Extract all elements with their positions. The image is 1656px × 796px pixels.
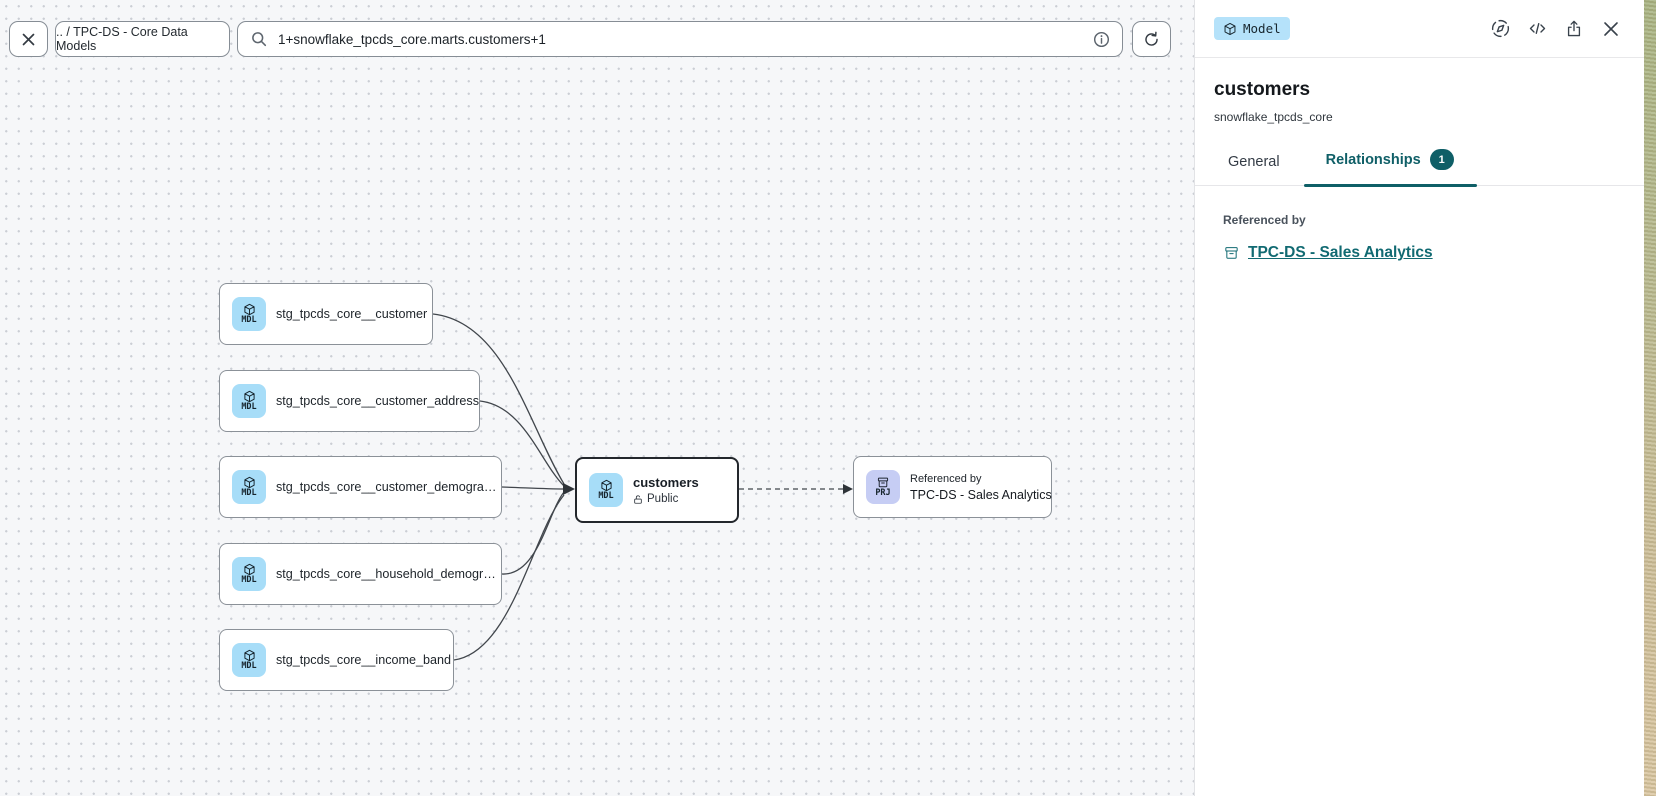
- model-icon: [1223, 22, 1237, 36]
- project-icon: [1223, 245, 1240, 261]
- lineage-edges: [0, 0, 1194, 796]
- node-title: customers: [633, 475, 699, 490]
- tab-label: Relationships: [1326, 152, 1421, 168]
- tile-badge: MDL: [241, 316, 256, 325]
- model-tile: MDL: [232, 643, 266, 677]
- tile-badge: MDL: [598, 492, 613, 501]
- node-stg-tpcds-core-household-demographics[interactable]: MDL stg_tpcds_core__household_demogr…: [219, 543, 502, 605]
- tile-badge: PRJ: [875, 489, 890, 498]
- lineage-selector-input[interactable]: 1+snowflake_tpcds_core.marts.customers+1: [237, 21, 1123, 57]
- referenced-project-link[interactable]: TPC-DS - Sales Analytics: [1248, 244, 1433, 262]
- relationships-count-badge: 1: [1430, 149, 1454, 170]
- close-icon: [21, 32, 36, 47]
- referenced-by-heading: Referenced by: [1223, 213, 1616, 227]
- tab-label: General: [1228, 154, 1280, 170]
- panel-actions: [1489, 18, 1622, 40]
- tab-general[interactable]: General: [1228, 154, 1280, 185]
- project-tile: PRJ: [866, 470, 900, 504]
- node-label: stg_tpcds_core__income_band: [276, 653, 451, 667]
- model-tile: MDL: [232, 470, 266, 504]
- unlock-icon: [633, 494, 643, 505]
- panel-header: Model: [1195, 0, 1644, 58]
- refresh-icon: [1143, 31, 1160, 48]
- relationships-content: Referenced by TPC-DS - Sales Analytics: [1195, 186, 1644, 289]
- referenced-by-label: Referenced by: [910, 473, 1052, 485]
- model-tile: MDL: [232, 384, 266, 418]
- model-tile: MDL: [589, 473, 623, 507]
- details-panel: Model: [1194, 0, 1644, 796]
- panel-title-block: customers snowflake_tpcds_core: [1195, 58, 1644, 124]
- model-tile: MDL: [232, 557, 266, 591]
- node-stg-tpcds-core-income-band[interactable]: MDL stg_tpcds_core__income_band: [219, 629, 454, 691]
- access-label: Public: [647, 493, 678, 505]
- node-stg-tpcds-core-customer[interactable]: MDL stg_tpcds_core__customer: [219, 283, 433, 345]
- node-label: stg_tpcds_core__customer_demogra…: [276, 480, 497, 494]
- tile-badge: MDL: [241, 662, 256, 671]
- referenced-by-item: TPC-DS - Sales Analytics: [1223, 244, 1616, 262]
- node-label: stg_tpcds_core__household_demogr…: [276, 567, 496, 581]
- explore-lineage-button[interactable]: [1489, 18, 1511, 40]
- tab-relationships[interactable]: Relationships 1: [1326, 149, 1454, 185]
- tile-badge: MDL: [241, 489, 256, 498]
- panel-tabs: General Relationships 1: [1195, 149, 1644, 186]
- resource-type-label: Model: [1243, 21, 1281, 36]
- page-title: customers: [1214, 79, 1625, 101]
- info-icon[interactable]: [1093, 31, 1110, 48]
- node-stg-tpcds-core-customer-demographics[interactable]: MDL stg_tpcds_core__customer_demogra…: [219, 456, 502, 518]
- node-tpcds-sales-analytics[interactable]: PRJ Referenced by TPC-DS - Sales Analyti…: [853, 456, 1052, 518]
- close-lineage-button[interactable]: [9, 21, 48, 57]
- desktop-wallpaper-edge: [1644, 0, 1656, 796]
- tile-badge: MDL: [241, 403, 256, 412]
- node-title: TPC-DS - Sales Analytics: [910, 488, 1052, 502]
- explore-icon: [1490, 18, 1511, 39]
- search-value: 1+snowflake_tpcds_core.marts.customers+1: [278, 32, 1083, 47]
- close-icon: [1602, 20, 1620, 38]
- refresh-button[interactable]: [1132, 21, 1171, 57]
- node-stg-tpcds-core-customer-address[interactable]: MDL stg_tpcds_core__customer_address: [219, 370, 480, 432]
- close-panel-button[interactable]: [1600, 18, 1622, 40]
- project-subtitle: snowflake_tpcds_core: [1214, 110, 1625, 124]
- node-customers-selected[interactable]: MDL customers Public: [575, 457, 739, 523]
- share-button[interactable]: [1563, 18, 1585, 40]
- node-label: stg_tpcds_core__customer: [276, 307, 427, 321]
- node-label: stg_tpcds_core__customer_address: [276, 394, 479, 408]
- share-icon: [1564, 18, 1584, 39]
- tile-badge: MDL: [241, 576, 256, 585]
- model-tile: MDL: [232, 297, 266, 331]
- code-icon: [1527, 18, 1548, 39]
- lineage-canvas[interactable]: .. / TPC-DS - Core Data Models 1+snowfla…: [0, 0, 1194, 796]
- search-icon: [250, 30, 268, 48]
- code-button[interactable]: [1526, 18, 1548, 40]
- resource-type-badge: Model: [1214, 17, 1290, 40]
- breadcrumb[interactable]: .. / TPC-DS - Core Data Models: [55, 21, 230, 57]
- breadcrumb-label: .. / TPC-DS - Core Data Models: [56, 25, 229, 53]
